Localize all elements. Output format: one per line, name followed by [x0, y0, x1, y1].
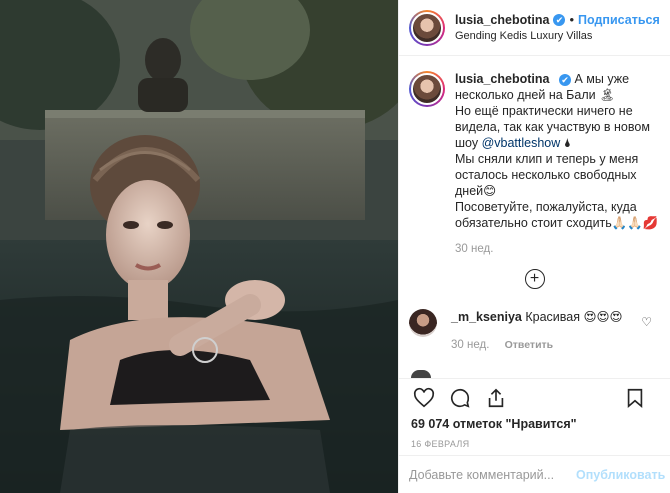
caption-avatar[interactable]	[409, 71, 445, 107]
caption: lusia_chebotina ✔ А мы уже несколько дне…	[409, 71, 660, 257]
post-photo[interactable]	[0, 0, 398, 493]
post-photo-image	[0, 0, 398, 493]
caption-line: Но ещё практически ничего не	[455, 104, 633, 118]
post-header: lusia_chebotina ✔ • Подписаться Gending …	[399, 0, 670, 56]
caption-line: А мы уже	[574, 72, 630, 86]
share-icon[interactable]	[483, 385, 509, 411]
likes-count[interactable]: 69 074 отметок "Нравится"	[411, 417, 658, 431]
caption-line: обязательно стоит сходить🙏🏻🙏🏻💋	[455, 216, 659, 230]
follow-button[interactable]: Подписаться	[578, 12, 660, 28]
commenter-avatar[interactable]	[409, 309, 437, 337]
reply-button[interactable]: Ответить	[505, 339, 554, 351]
post-date[interactable]: 16 ФЕВРАЛЯ	[411, 439, 658, 449]
caption-username[interactable]: lusia_chebotina	[455, 72, 549, 86]
caption-line: дней😊	[455, 184, 497, 198]
heart-icon[interactable]	[411, 385, 437, 411]
caption-line: Посоветуйте, пожалуйста, куда	[455, 200, 637, 214]
load-more: +	[409, 269, 660, 289]
comment-icon[interactable]	[447, 385, 473, 411]
caption-emoji: 🌢	[563, 136, 572, 150]
verified-badge-icon: ✔	[553, 13, 566, 26]
caption-line: видела, так как участвую в новом	[455, 120, 650, 134]
comment-input[interactable]	[409, 467, 570, 482]
author-username[interactable]: lusia_chebotina	[455, 12, 549, 28]
next-comment-avatar	[411, 370, 431, 378]
mention-link[interactable]: @vbattleshow	[482, 136, 561, 150]
caption-line: шоу	[455, 136, 479, 150]
publish-button[interactable]: Опубликовать	[576, 468, 665, 482]
caption-timestamp[interactable]: 30 нед.	[455, 241, 660, 257]
caption-line: осталось несколько свободных	[455, 168, 637, 182]
comment-timestamp[interactable]: 30 нед.	[451, 339, 489, 351]
author-avatar[interactable]	[409, 9, 445, 46]
post-panel: lusia_chebotina ✔ • Подписаться Gending …	[398, 0, 670, 493]
add-comment-bar: Опубликовать	[399, 455, 670, 493]
separator-dot: •	[569, 11, 575, 27]
location-link[interactable]: Gending Kedis Luxury Villas	[455, 28, 660, 44]
load-more-comments-button[interactable]: +	[524, 269, 545, 289]
commenter-username[interactable]: _m_kseniya	[451, 310, 522, 324]
verified-badge-icon: ✔	[558, 74, 571, 86]
comment-text: Красивая 😍😍😍	[525, 310, 623, 324]
comments-section[interactable]: lusia_chebotina ✔ А мы уже несколько дне…	[399, 57, 670, 377]
bookmark-icon[interactable]	[622, 385, 648, 411]
comment-item: _m_kseniya Красивая 😍😍😍 30 нед. Ответить…	[409, 309, 660, 353]
comment-like-heart-icon[interactable]: ♡	[641, 315, 652, 329]
post-actions: 69 074 отметок "Нравится" 16 ФЕВРАЛЯ	[399, 378, 670, 449]
caption-line: Мы сняли клип и теперь у меня	[455, 152, 639, 166]
caption-line: несколько дней на Бали 🏝	[455, 88, 615, 102]
